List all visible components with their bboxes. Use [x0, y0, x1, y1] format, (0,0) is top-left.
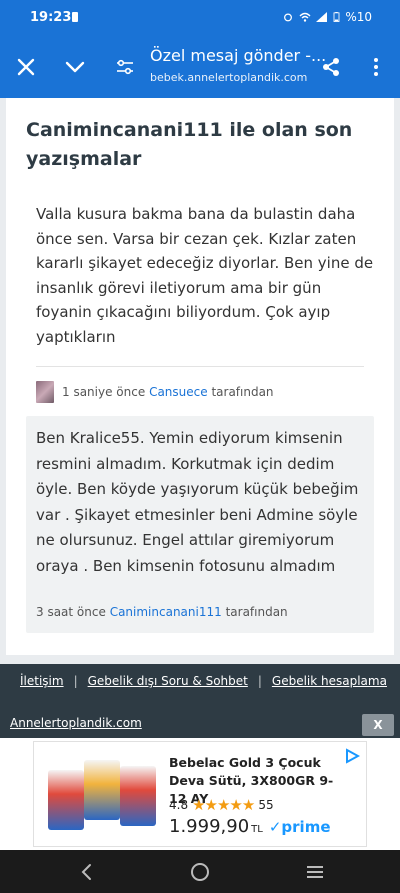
footer-site-link[interactable]: Annelertoplandik.com [10, 716, 142, 730]
status-bar: 19:23 %10 [0, 0, 400, 36]
rating-value: 4.8 [169, 798, 189, 812]
share-button[interactable] [315, 51, 347, 83]
ad-close-button[interactable]: X [362, 714, 394, 736]
author-link[interactable]: Cansuece [149, 385, 208, 399]
footer-links: İletişim | Gebelik dışı Soru & Sohbet | … [20, 674, 387, 688]
conversation-heading: Canimincanani111 ile olan son yazışmalar [26, 119, 353, 170]
more-options-button[interactable] [360, 51, 392, 83]
divider [36, 366, 364, 367]
separator: | [257, 674, 262, 688]
ad-card[interactable]: Bebelac Gold 3 Çocuk Deva Sütü, 3X800GR … [33, 741, 367, 847]
recents-icon [307, 866, 323, 878]
star-rating-icon: ★★★★★ [192, 796, 255, 814]
wifi-icon [299, 12, 311, 22]
adchoices-icon[interactable] [344, 748, 360, 764]
message-text: Valla kusura bakma bana da bulastin daha… [36, 205, 374, 346]
site-footer: İletişim | Gebelik dışı Soru & Sohbet | … [0, 664, 400, 738]
product-box [84, 760, 120, 820]
close-icon [17, 58, 35, 76]
price-currency: TL [251, 824, 263, 835]
back-icon [81, 864, 91, 880]
battery-level: %10 [345, 10, 372, 24]
message-meta: 3 saat önce Canimincanani111 tarafından [36, 605, 288, 619]
footer-link-contact[interactable]: İletişim [20, 674, 64, 688]
home-icon [191, 863, 209, 881]
by-label: tarafından [211, 385, 274, 399]
prime-badge: ✓prime [268, 818, 331, 836]
by-label: tarafından [225, 605, 288, 619]
ad-price: 1.999,90 TL ✓prime [169, 816, 331, 837]
price-amount: 1.999,90 [169, 816, 250, 837]
nav-back-button[interactable] [74, 860, 98, 884]
message-time: 3 saat önce [36, 605, 106, 619]
page-title: Özel mesaj gönder -... [150, 46, 327, 65]
review-count: 55 [258, 798, 274, 812]
custom-tab-toolbar: Özel mesaj gönder -... bebek.annelertopl… [0, 36, 400, 98]
message-meta: 1 saniye önce Cansuece tarafından [36, 381, 274, 403]
product-box [48, 770, 84, 830]
tune-icon [117, 59, 133, 75]
site-settings-button[interactable] [109, 51, 141, 83]
separator: | [73, 674, 78, 688]
product-box [120, 766, 156, 826]
more-vert-icon [374, 58, 378, 76]
ad-rating: 4.8 ★★★★★ 55 [169, 796, 274, 814]
status-icons: %10 [282, 10, 372, 24]
alarm-icon [284, 13, 293, 22]
signal-icon [316, 12, 328, 22]
chevron-down-icon [65, 61, 85, 73]
sim-icon [72, 12, 78, 22]
footer-link-chat[interactable]: Gebelik dışı Soru & Sohbet [88, 674, 248, 688]
author-link[interactable]: Canimincanani111 [110, 605, 222, 619]
battery-icon [333, 12, 340, 22]
status-time: 19:23 [30, 10, 72, 25]
footer-link-calculator[interactable]: Gebelik hesaplama [272, 674, 387, 688]
nav-home-button[interactable] [188, 860, 212, 884]
conversation-card: Canimincanani111 ile olan son yazışmalar… [6, 98, 394, 655]
close-button[interactable] [10, 51, 42, 83]
avatar[interactable] [36, 381, 54, 403]
system-nav-bar [0, 850, 400, 893]
nav-recents-button[interactable] [303, 860, 327, 884]
message-time: 1 saniye önce [62, 385, 146, 399]
product-image[interactable] [48, 760, 158, 832]
page-url: bebek.annelertoplandik.com [150, 71, 308, 84]
quoted-message: Ben Kralice55. Yemin ediyorum kimsenin r… [26, 416, 374, 633]
ad-banner: Bebelac Gold 3 Çocuk Deva Sütü, 3X800GR … [0, 738, 400, 850]
minimize-button[interactable] [59, 51, 91, 83]
message-text: Ben Kralice55. Yemin ediyorum kimsenin r… [36, 429, 359, 575]
share-icon [323, 58, 339, 76]
